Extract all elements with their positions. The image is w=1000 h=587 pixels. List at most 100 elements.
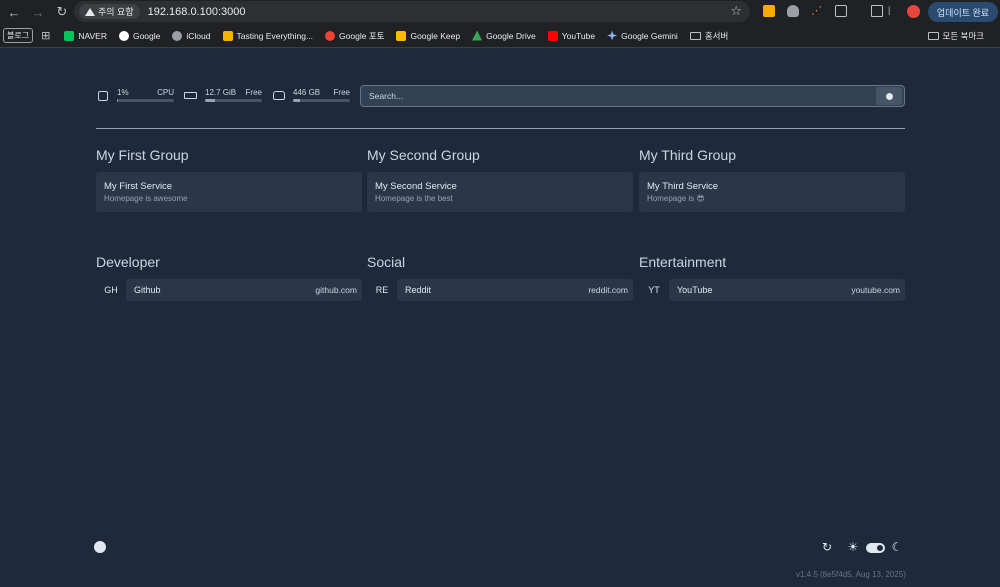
memory-usage-fill [205, 99, 216, 102]
security-warning-chip[interactable]: 주의 요함 [79, 4, 140, 19]
update-button[interactable]: 업데이트 완료 [928, 2, 998, 22]
bookmark-blog[interactable]: 블로그 [3, 28, 34, 43]
service-card[interactable]: My Second Service Homepage is the best [367, 172, 633, 212]
youtube-icon [547, 30, 558, 41]
folder-icon [689, 31, 701, 40]
search-provider-button[interactable] [876, 87, 902, 105]
bookmark-name: YouTube [677, 285, 713, 295]
group-title: My Third Group [639, 147, 736, 163]
service-name: My Second Service [375, 181, 457, 192]
theme-toggle[interactable] [866, 543, 885, 553]
bookmark-label: YouTube [561, 30, 596, 41]
bookmark-url: youtube.com [851, 285, 900, 295]
bookmark-link[interactable]: YouTube youtube.com [669, 279, 905, 301]
bookmark-item[interactable]: YT YouTube youtube.com [639, 279, 905, 301]
sun-icon[interactable]: ☀ [846, 540, 860, 554]
address-bar[interactable]: 주의 요함 192.168.0.100:3000 ☆ [74, 1, 750, 22]
divider-icon: | [888, 5, 891, 15]
bookmarks-bar: 블로그 ⊞ NAVER Google iCloud Tasting Everyt… [0, 24, 1000, 48]
bookmark-label: Google Drive [486, 30, 536, 41]
bookmark-label: Google 포토 [339, 30, 385, 41]
cpu-usage-bar [117, 99, 174, 102]
toggle-knob [877, 545, 883, 551]
bookmark-name: Reddit [405, 285, 432, 295]
bookmark-label: Google [132, 30, 161, 41]
search-provider-icon [885, 92, 893, 100]
disk-value: 446 GB [293, 88, 321, 97]
apps-grid-icon[interactable]: ⊞ [41, 29, 50, 42]
bookmark-icloud[interactable]: iCloud [172, 30, 211, 41]
google-icon [118, 30, 129, 41]
folder-icon [927, 32, 939, 40]
bookmark-item[interactable]: RE Reddit reddit.com [367, 279, 633, 301]
group-title: My First Group [96, 147, 189, 163]
memory-usage-bar [205, 99, 262, 102]
browser-toolbar: ← → ↻ 주의 요함 192.168.0.100:3000 ☆ ⋰ | 업데이… [0, 0, 1000, 24]
shield-extension-icon[interactable] [787, 5, 799, 17]
service-description: Homepage is the best [375, 194, 453, 203]
all-bookmarks[interactable]: 모든 북마크 [927, 30, 984, 42]
service-description: Homepage is 😎 [647, 194, 705, 203]
bookmark-group-title: Social [367, 254, 406, 270]
bookmark-homeserver-folder[interactable]: 홈서버 [689, 30, 729, 42]
bookmark-label: Google Gemini [621, 30, 678, 41]
service-name: My Third Service [647, 181, 719, 192]
color-palette-icon[interactable] [94, 541, 106, 553]
bookmark-url: reddit.com [588, 285, 628, 295]
disk-icon [272, 89, 285, 102]
search-bar[interactable]: Search... [360, 85, 905, 107]
google-keep-icon [396, 30, 407, 41]
disk-widget: 446 GB Free [272, 88, 350, 102]
bookmark-url: github.com [315, 285, 357, 295]
search-input[interactable]: Search... [361, 91, 876, 101]
bookmark-name: Github [134, 285, 161, 295]
service-card[interactable]: My Third Service Homepage is 😎 [639, 172, 905, 212]
cpu-usage-fill [117, 99, 118, 102]
security-warning-label: 주의 요함 [98, 7, 134, 17]
bookmark-google-gemini[interactable]: Google Gemini [607, 30, 678, 41]
bookmark-abbr: GH [104, 285, 118, 295]
forward-icon[interactable]: → [28, 2, 48, 22]
apple-icon [172, 30, 183, 41]
cpu-widget: 1% CPU [96, 88, 174, 102]
all-bookmarks-label: 모든 북마크 [942, 31, 984, 41]
warning-icon [85, 7, 95, 16]
back-icon[interactable]: ← [4, 2, 24, 22]
bookmark-label: Google Keep [410, 30, 461, 41]
bookmark-google[interactable]: Google [118, 30, 161, 41]
bookmark-link[interactable]: Reddit reddit.com [397, 279, 633, 301]
disk-usage-bar [293, 99, 350, 102]
reload-icon[interactable]: ↻ [52, 2, 72, 22]
cpu-icon [96, 89, 109, 102]
bookmark-label: Tasting Everything... [236, 30, 314, 41]
bookmark-google-keep[interactable]: Google Keep [396, 30, 461, 41]
bookmark-star-icon[interactable]: ☆ [730, 3, 742, 19]
bookmark-item[interactable]: GH Github github.com [96, 279, 362, 301]
puzzle-extensions-icon[interactable] [835, 5, 847, 17]
disk-label: Free [333, 88, 350, 97]
google-drive-icon [472, 30, 483, 41]
gemini-icon [607, 30, 618, 41]
bookmark-google-photos[interactable]: Google 포토 [325, 30, 384, 42]
bookmark-group-title: Developer [96, 254, 160, 270]
bookmark-group-title: Entertainment [639, 254, 727, 270]
bookmark-tasting[interactable]: Tasting Everything... [222, 30, 314, 41]
group-title: My Second Group [367, 147, 480, 163]
bookmark-link[interactable]: Github github.com [126, 279, 362, 301]
moon-icon[interactable]: ☾ [890, 540, 904, 554]
bookmark-youtube[interactable]: YouTube [547, 30, 596, 41]
bookmark-abbr: YT [648, 285, 660, 295]
url-text[interactable]: 192.168.0.100:3000 [148, 6, 246, 18]
extension-icon[interactable] [763, 5, 775, 17]
service-card[interactable]: My First Service Homepage is awesome [96, 172, 362, 212]
memory-value: 12.7 GiB [205, 88, 237, 97]
refresh-icon[interactable]: ↻ [820, 540, 834, 554]
sidepanel-icon[interactable] [871, 5, 883, 17]
bookmark-naver[interactable]: NAVER [64, 30, 107, 41]
memory-icon [184, 89, 197, 102]
rss-icon[interactable]: ⋰ [811, 4, 823, 17]
bookmark-google-drive[interactable]: Google Drive [472, 30, 536, 41]
profile-avatar[interactable] [907, 5, 920, 18]
disk-usage-fill [293, 99, 300, 102]
bookmark-label: 홈서버 [704, 30, 729, 41]
